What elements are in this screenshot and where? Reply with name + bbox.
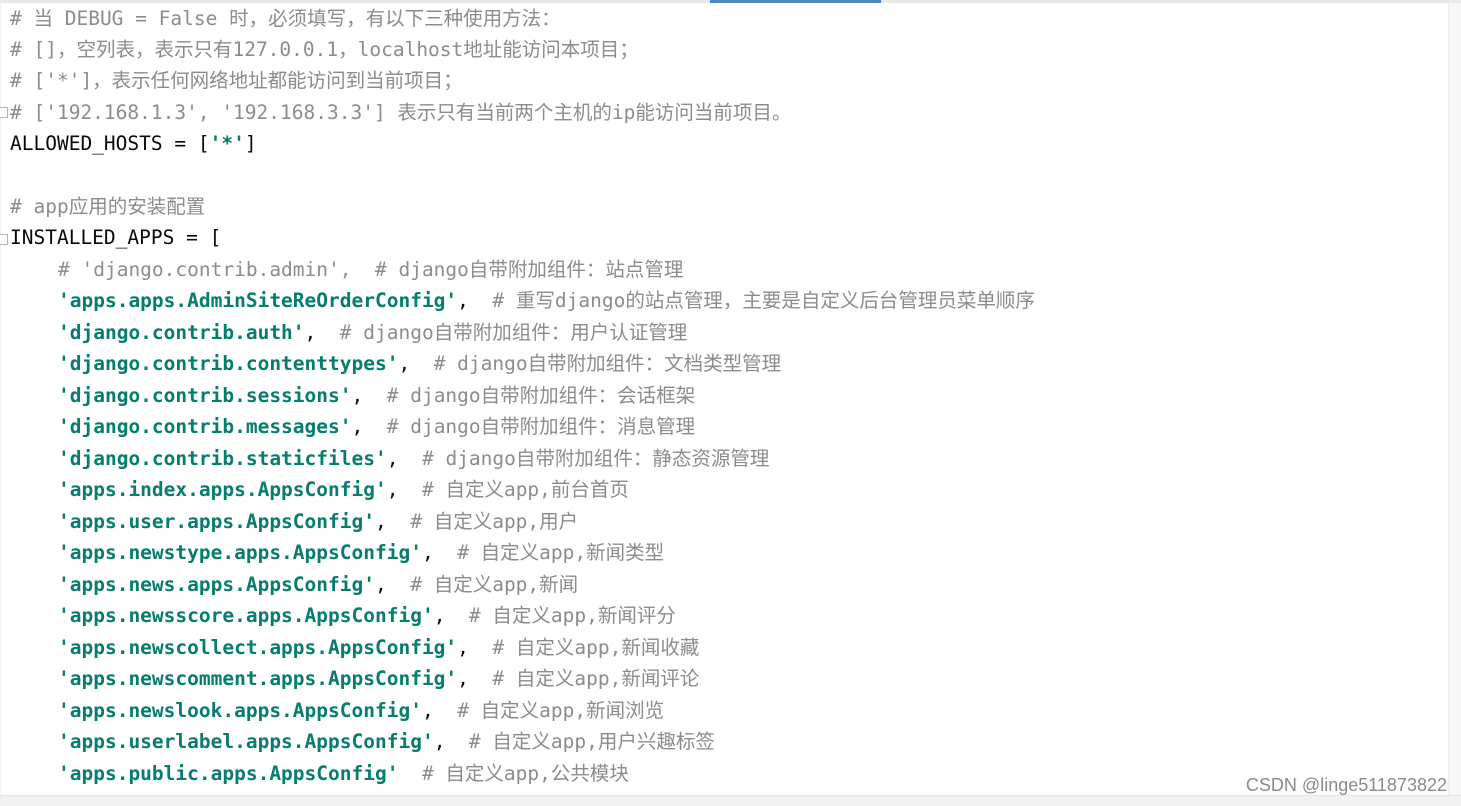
code-string: 'apps.apps.AdminSiteReOrderConfig': [58, 289, 458, 312]
fold-end-icon[interactable]: [0, 107, 8, 118]
code-comment-line: # []，空列表，表示只有127.0.0.1，localhost地址能访问本项目…: [10, 38, 639, 61]
code-string: 'django.contrib.staticfiles': [58, 447, 387, 470]
allowed-hosts-line: ALLOWED_HOSTS = ['*']: [10, 128, 257, 159]
code-comment-line: # 'django.contrib.admin', # django自带附加组件…: [10, 254, 683, 285]
code-text: ]: [244, 132, 257, 155]
code-separator: ,: [386, 447, 422, 470]
code-text: ALLOWED_HOSTS = [: [10, 132, 210, 155]
code-comment: # django自带附加组件：静态资源管理: [421, 447, 770, 470]
installed-app-entry: 'apps.apps.AdminSiteReOrderConfig', # 重写…: [10, 285, 1035, 316]
code-comment: # django自带附加组件：文档类型管理: [433, 352, 782, 375]
installed-app-entry: 'django.contrib.auth', # django自带附加组件：用户…: [10, 317, 687, 348]
code-comment-line: # ['*']，表示任何网络地址都能访问到当前项目；: [10, 69, 463, 92]
code-comment: # 重写django的站点管理，主要是自定义后台管理员菜单顺序: [492, 289, 1035, 312]
code-comment-line: # 当 DEBUG = False 时，必须填写，有以下三种使用方法：: [10, 7, 561, 30]
code-comment-line: # ['192.168.1.3', '192.168.3.3'] 表示只有当前两…: [10, 101, 792, 124]
code-comment: # 自定义app,公共模块: [421, 762, 629, 785]
code-comment: # 自定义app,新闻评论: [492, 667, 700, 690]
code-string: 'apps.newscomment.apps.AppsConfig': [58, 667, 458, 690]
installed-app-entry: 'apps.newstype.apps.AppsConfig', # 自定义ap…: [10, 537, 664, 568]
code-string: 'apps.newscollect.apps.AppsConfig': [58, 636, 458, 659]
installed-app-entry: 'django.contrib.contenttypes', # django自…: [10, 348, 781, 379]
code-comment: # 自定义app,用户兴趣标签: [468, 730, 715, 753]
code-comment: # 自定义app,新闻评分: [468, 604, 676, 627]
code-separator: ,: [398, 352, 434, 375]
code-separator: ,: [351, 384, 387, 407]
installed-app-entry: 'apps.user.apps.AppsConfig', # 自定义app,用户: [10, 506, 578, 537]
code-string: 'apps.public.apps.AppsConfig': [58, 762, 399, 785]
code-separator: ,: [351, 415, 387, 438]
code-separator: [398, 762, 421, 785]
code-string: 'apps.newstype.apps.AppsConfig': [58, 541, 422, 564]
code-separator: ,: [374, 510, 411, 533]
code-string: 'django.contrib.contenttypes': [58, 352, 399, 375]
installed-app-entry: 'apps.newscomment.apps.AppsConfig', # 自定…: [10, 663, 699, 694]
code-comment: # 自定义app,前台首页: [421, 478, 629, 501]
code-separator: ,: [421, 699, 458, 722]
code-comment-line: # app应用的安装配置: [10, 195, 206, 218]
installed-app-entry: 'apps.userlabel.apps.AppsConfig', # 自定义a…: [10, 726, 715, 757]
code-string: 'django.contrib.messages': [58, 415, 352, 438]
code-separator: ,: [457, 636, 493, 659]
installed-app-entry: 'apps.index.apps.AppsConfig', # 自定义app,前…: [10, 474, 629, 505]
code-comment: # django自带附加组件：会话框架: [386, 384, 696, 407]
code-string: 'apps.newsscore.apps.AppsConfig': [58, 604, 434, 627]
code-separator: ,: [433, 604, 469, 627]
installed-app-entry: 'apps.public.apps.AppsConfig' # 自定义app,公…: [10, 758, 629, 789]
code-string: 'django.contrib.auth': [58, 321, 305, 344]
code-string: 'apps.news.apps.AppsConfig': [58, 573, 375, 596]
code-comment: # 自定义app,新闻类型: [457, 541, 665, 564]
code-separator: ,: [374, 573, 411, 596]
code-string: '*': [209, 132, 245, 155]
editor-gutter: [0, 3, 1, 796]
code-separator: ,: [457, 667, 493, 690]
fold-start-icon[interactable]: [0, 234, 8, 245]
code-separator: ,: [457, 289, 493, 312]
installed-app-entry: 'django.contrib.sessions', # django自带附加组…: [10, 380, 695, 411]
installed-app-entry: 'apps.news.apps.AppsConfig', # 自定义app,新闻: [10, 569, 578, 600]
code-string: 'apps.userlabel.apps.AppsConfig': [58, 730, 434, 753]
code-separator: ,: [304, 321, 340, 344]
code-comment: # 自定义app,新闻: [410, 573, 579, 596]
code-string: 'apps.newslook.apps.AppsConfig': [58, 699, 422, 722]
code-string: 'apps.user.apps.AppsConfig': [58, 510, 375, 533]
installed-app-entry: 'apps.newslook.apps.AppsConfig', # 自定义ap…: [10, 695, 664, 726]
installed-apps-line: INSTALLED_APPS = [: [10, 226, 222, 249]
code-comment: # 自定义app,用户: [410, 510, 579, 533]
code-comment: # django自带附加组件：用户认证管理: [339, 321, 688, 344]
code-separator: ,: [421, 541, 458, 564]
installed-app-entry: 'apps.newsscore.apps.AppsConfig', # 自定义a…: [10, 600, 676, 631]
code-string: 'apps.index.apps.AppsConfig': [58, 478, 387, 501]
csdn-watermark: CSDN @linge511873822: [1245, 775, 1447, 795]
code-separator: ,: [433, 730, 469, 753]
code-string: 'django.contrib.sessions': [58, 384, 352, 407]
code-comment: # django自带附加组件：消息管理: [386, 415, 696, 438]
installed-app-entry: 'django.contrib.staticfiles', # django自带…: [10, 443, 769, 474]
code-comment: # 'django.contrib.admin', # django自带附加组件…: [58, 258, 684, 281]
vertical-scrollbar[interactable]: [1448, 3, 1461, 796]
installed-app-entry: 'apps.newscollect.apps.AppsConfig', # 自定…: [10, 632, 699, 663]
code-comment: # 自定义app,新闻浏览: [457, 699, 665, 722]
installed-app-entry: 'django.contrib.messages', # django自带附加组…: [10, 411, 695, 442]
code-editor[interactable]: # 当 DEBUG = False 时，必须填写，有以下三种使用方法： # []…: [0, 3, 1449, 796]
horizontal-scrollbar[interactable]: [0, 795, 1461, 806]
code-comment: # 自定义app,新闻收藏: [492, 636, 700, 659]
code-separator: ,: [386, 478, 422, 501]
